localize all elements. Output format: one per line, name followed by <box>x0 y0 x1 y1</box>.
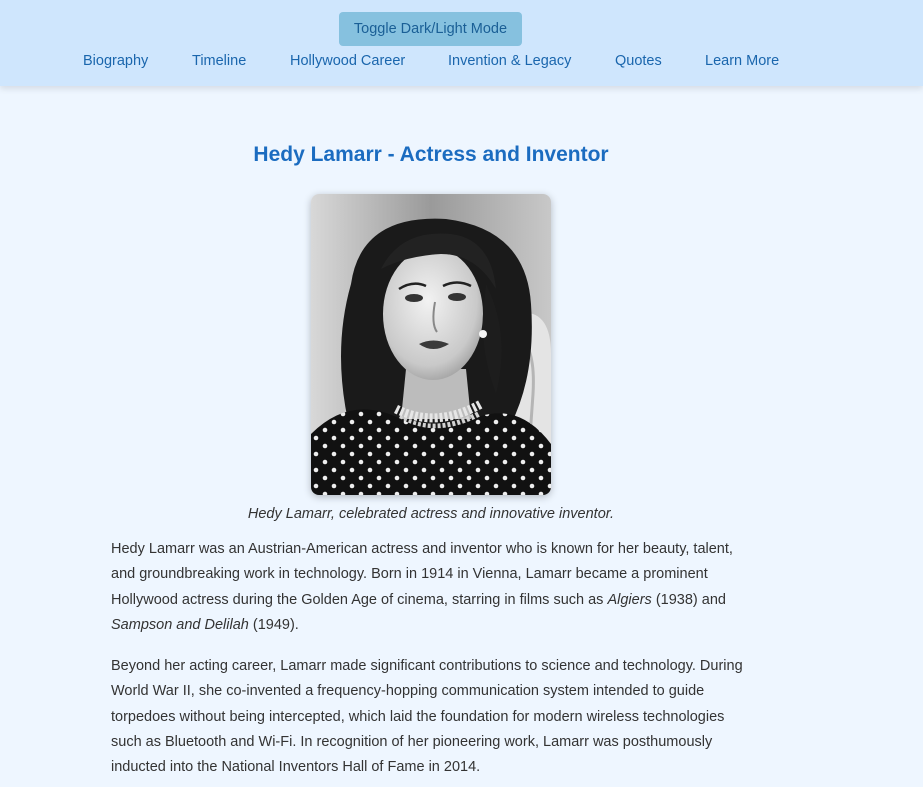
nav-link-hollywood-career[interactable]: Hollywood Career <box>290 53 405 69</box>
portrait-image <box>311 194 551 495</box>
page-title: Hedy Lamarr - Actress and Inventor <box>253 143 609 166</box>
nav-link-quotes[interactable]: Quotes <box>615 53 662 69</box>
nav-link-learn-more[interactable]: Learn More <box>705 53 779 69</box>
nav-link-biography[interactable]: Biography <box>83 53 148 69</box>
main-nav: Biography Timeline Hollywood Career Inve… <box>0 53 923 73</box>
intro-paragraph: Hedy Lamarr was an Austrian-American act… <box>111 537 751 638</box>
site-header: Toggle Dark/Light Mode Biography Timelin… <box>0 0 923 86</box>
theme-toggle-button[interactable]: Toggle Dark/Light Mode <box>339 12 522 46</box>
image-caption: Hedy Lamarr, celebrated actress and inno… <box>247 506 615 522</box>
nav-link-timeline[interactable]: Timeline <box>192 53 246 69</box>
film-title-samson-delilah: Sampson and Delilah <box>111 616 249 633</box>
film-title-algiers: Algiers <box>607 591 652 608</box>
portrait-illustration <box>311 194 551 495</box>
legacy-paragraph: Beyond her acting career, Lamarr made si… <box>111 658 743 776</box>
intro-text-c: (1949). <box>248 616 299 633</box>
nav-link-invention-legacy[interactable]: Invention & Legacy <box>448 53 571 69</box>
intro-text-b: (1938) and <box>651 591 726 608</box>
